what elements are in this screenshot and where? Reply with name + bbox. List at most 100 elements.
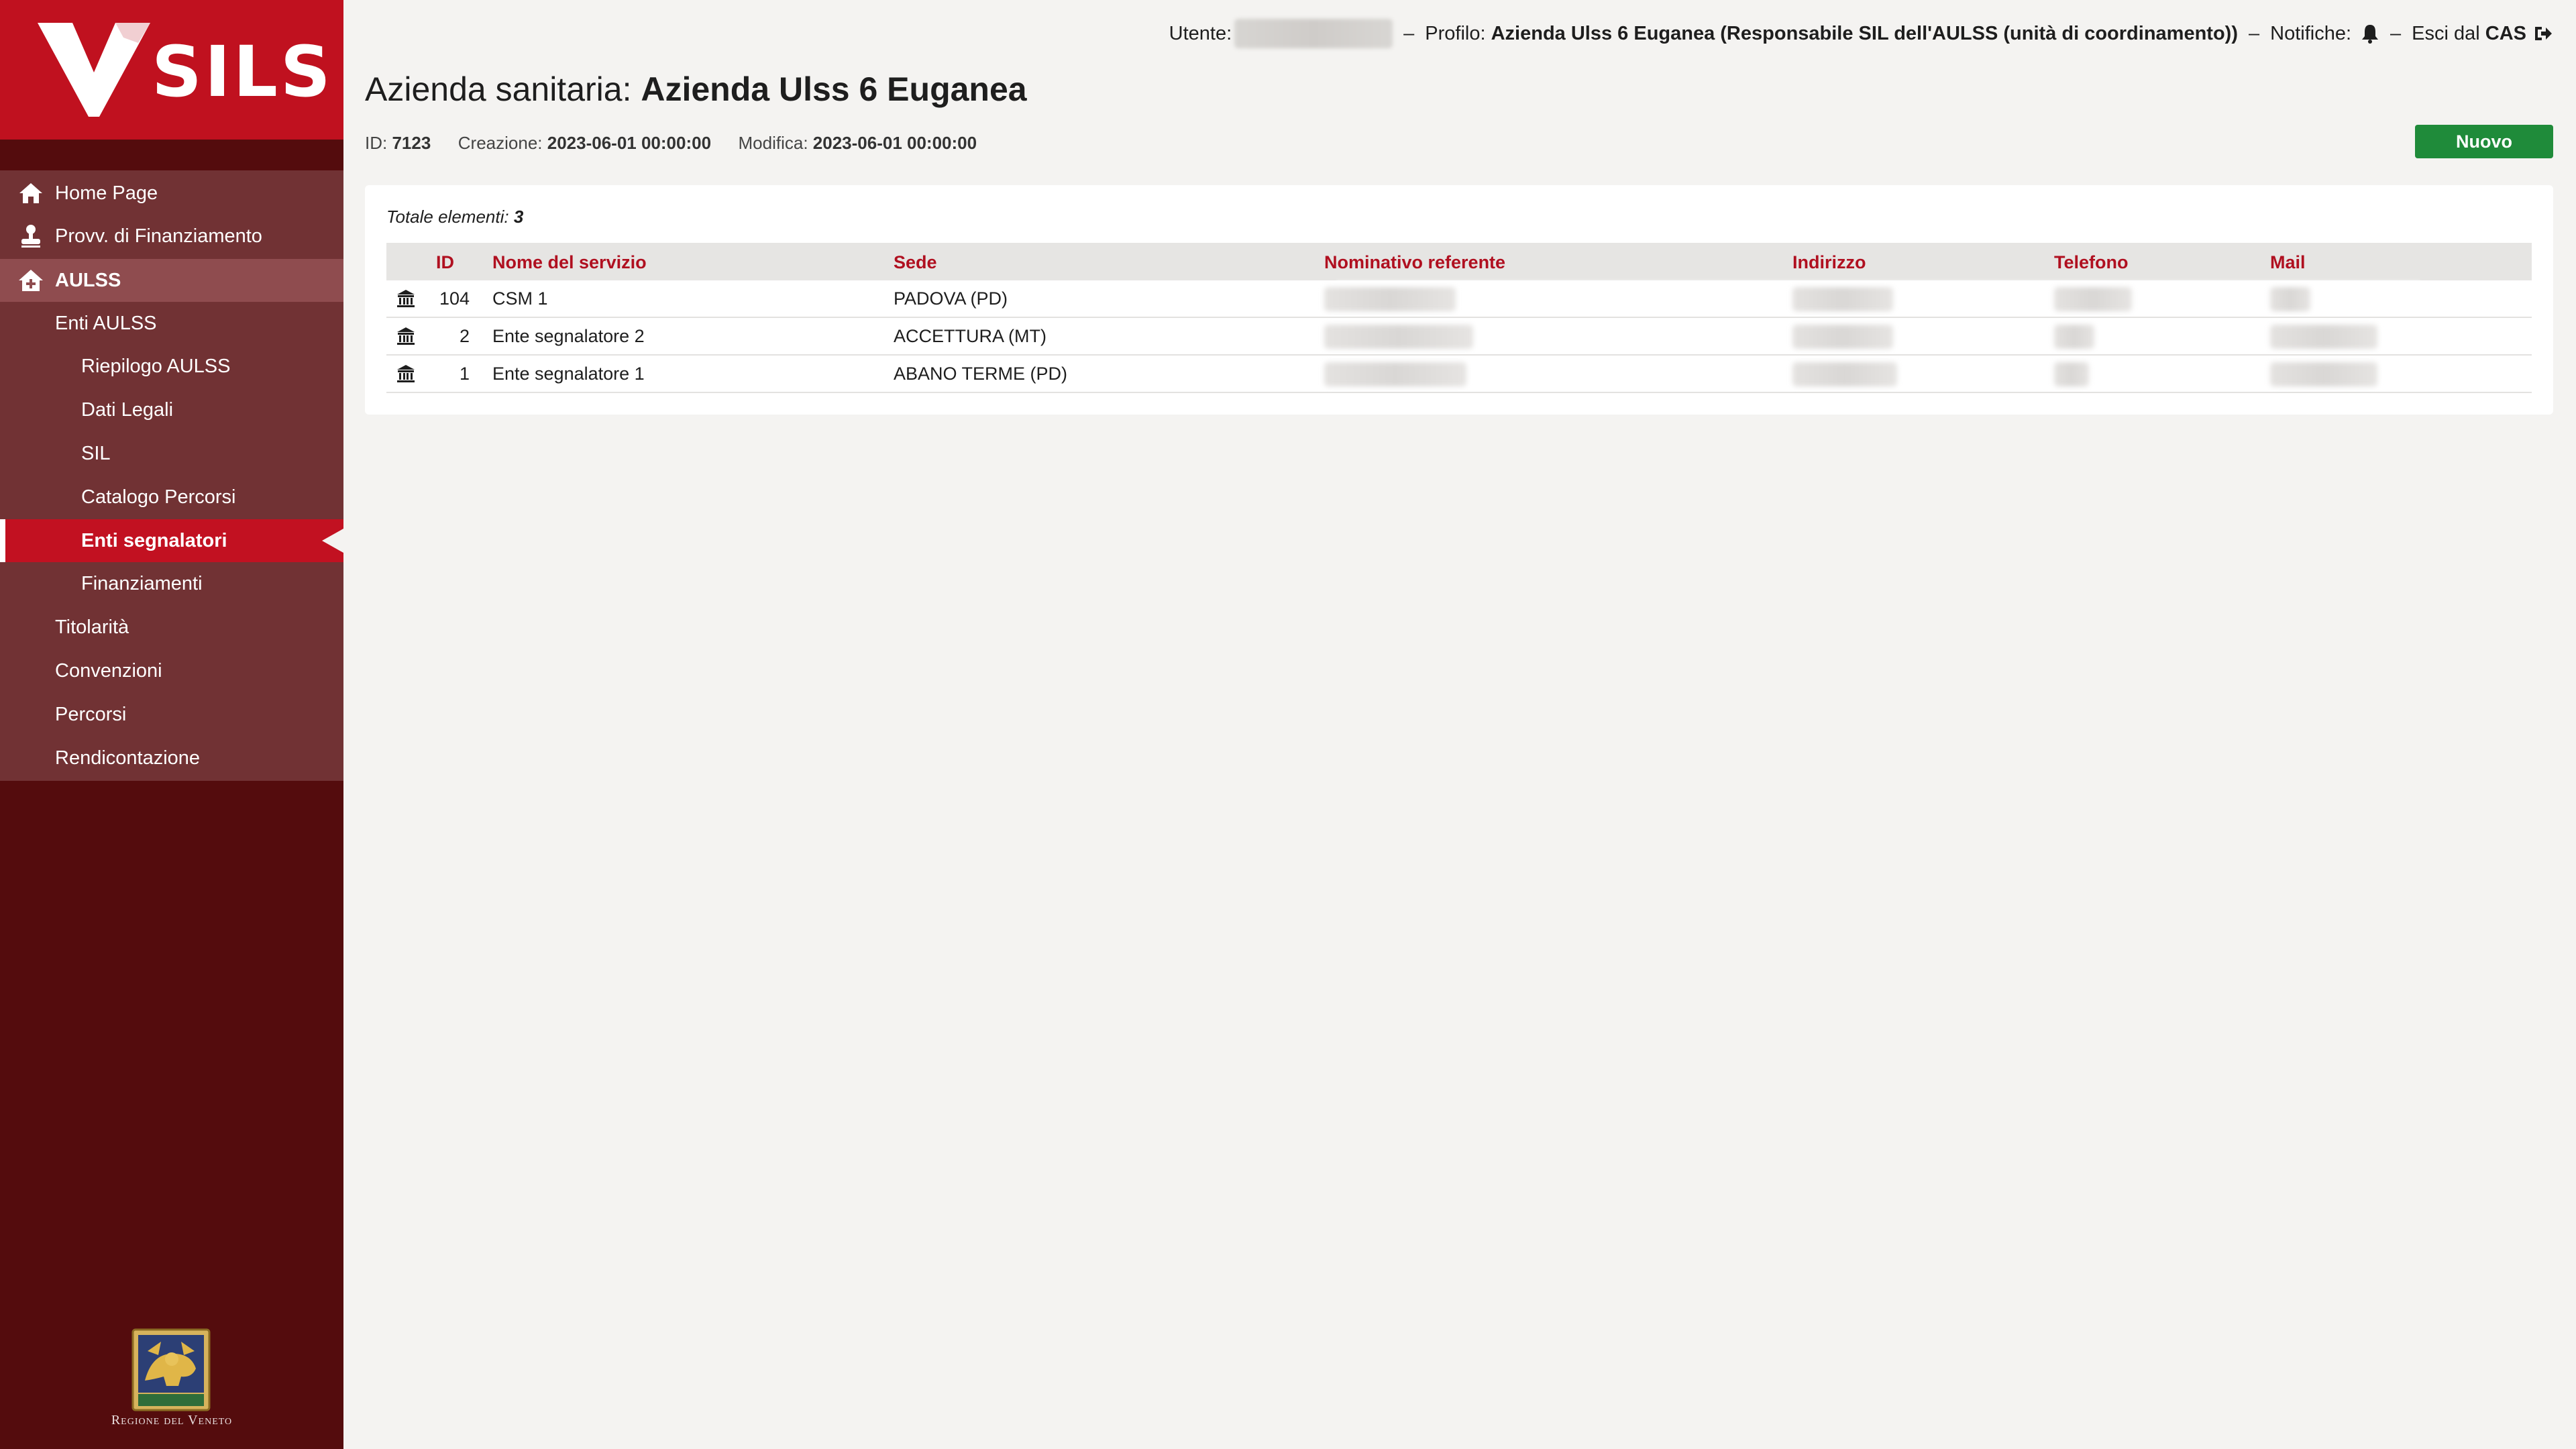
sidebar-item-convenzioni[interactable]: Convenzioni: [0, 649, 343, 692]
modified-value: 2023-06-01 00:00:00: [812, 133, 977, 153]
cell-indirizzo-redacted: [1792, 325, 1893, 349]
notifications-label: Notifiche:: [2270, 22, 2352, 44]
new-button[interactable]: Nuovo: [2415, 125, 2553, 158]
results-card: Totale elementi: 3 ID Nome del servizio …: [365, 185, 2553, 415]
col-header-telefono[interactable]: Telefono: [2054, 252, 2129, 273]
cell-nome: Ente segnalatore 1: [492, 364, 645, 384]
cell-id: 2: [459, 326, 470, 346]
sidebar-item-label: Home Page: [55, 182, 158, 204]
record-meta: ID: 7123 Creazione: 2023-06-01 00:00:00 …: [365, 133, 977, 154]
logout-link[interactable]: Esci dal CAS: [2412, 23, 2526, 45]
col-header-id[interactable]: ID: [436, 252, 454, 273]
cell-referente-redacted: [1324, 362, 1466, 386]
sidebar-item-finanziamenti[interactable]: Finanziamenti: [0, 562, 343, 605]
col-header-sede[interactable]: Sede: [894, 252, 937, 273]
sidebar-item-enti-segnalatori[interactable]: Enti segnalatori: [0, 519, 343, 562]
sidebar-item-label: SIL: [81, 442, 111, 464]
cell-sede: ACCETTURA (MT): [894, 326, 1046, 346]
col-header-mail[interactable]: Mail: [2270, 252, 2306, 273]
id-value: 7123: [392, 133, 431, 153]
cell-sede: ABANO TERME (PD): [894, 364, 1068, 384]
institution-icon[interactable]: [396, 288, 416, 309]
total-label: Totale elementi:: [386, 207, 509, 227]
sidebar-item-label: Provv. di Finanziamento: [55, 225, 262, 247]
sidebar-item-home-page[interactable]: Home Page: [0, 172, 343, 215]
institution-icon[interactable]: [396, 326, 416, 346]
home-icon: [19, 183, 42, 203]
separator: –: [1403, 22, 1415, 44]
cell-telefono-redacted: [2054, 325, 2094, 349]
sidebar-item-aulss[interactable]: AULSS: [0, 259, 343, 302]
id-label: ID:: [365, 133, 388, 153]
topbar: Utente: – Profilo: Azienda Ulss 6 Eugane…: [1169, 19, 2553, 48]
cell-telefono-redacted: [2054, 287, 2132, 311]
sidebar-item-dati-legali[interactable]: Dati Legali: [0, 388, 343, 431]
cell-indirizzo-redacted: [1792, 287, 1893, 311]
cell-id: 104: [439, 288, 470, 309]
cell-sede: PADOVA (PD): [894, 288, 1008, 309]
cell-telefono-redacted: [2054, 362, 2089, 386]
cell-referente-redacted: [1324, 287, 1456, 311]
sidebar-item-label: Enti AULSS: [55, 312, 157, 334]
page-title-prefix: Azienda sanitaria:: [365, 70, 632, 108]
sidebar-item-label: Convenzioni: [55, 659, 162, 682]
created-label: Creazione:: [458, 133, 543, 153]
sidebar-item-catalogo-percorsi[interactable]: Catalogo Percorsi: [0, 476, 343, 519]
page-title: Azienda sanitaria: Azienda Ulss 6 Eugane…: [365, 70, 1027, 109]
logout-strong: CAS: [2485, 22, 2526, 44]
col-header-indirizzo[interactable]: Indirizzo: [1792, 252, 1866, 273]
col-header-nome[interactable]: Nome del servizio: [492, 252, 647, 273]
user-label: Utente:: [1169, 22, 1232, 44]
cell-nome: Ente segnalatore 2: [492, 326, 645, 346]
total-value: 3: [513, 207, 524, 227]
profile-value[interactable]: Azienda Ulss 6 Euganea (Responsabile SIL…: [1491, 23, 2238, 45]
stamp-icon: [21, 225, 40, 248]
cell-nome: CSM 1: [492, 288, 548, 309]
cell-mail-redacted: [2270, 287, 2310, 311]
modified-label: Modifica:: [738, 133, 808, 153]
table-row[interactable]: 2 Ente segnalatore 2 ACCETTURA (MT): [386, 318, 2532, 356]
bell-icon[interactable]: [2361, 23, 2379, 44]
cell-indirizzo-redacted: [1792, 362, 1897, 386]
sidebar-item-sil[interactable]: SIL: [0, 432, 343, 475]
sidebar-item-label: Riepilogo AULSS: [81, 355, 231, 377]
sidebar-item-label: Catalogo Percorsi: [81, 486, 236, 508]
cell-mail-redacted: [2270, 325, 2377, 349]
app-logo[interactable]: SILS: [0, 0, 343, 140]
sidebar-item-enti-aulss[interactable]: Enti AULSS: [0, 302, 343, 345]
page-title-strong: Azienda Ulss 6 Euganea: [641, 70, 1027, 108]
sidebar-item-label: Enti segnalatori: [81, 529, 227, 551]
sidebar-item-titolarita[interactable]: Titolarità: [0, 606, 343, 649]
active-indicator: [322, 529, 343, 553]
table-row[interactable]: 1 Ente segnalatore 1 ABANO TERME (PD): [386, 356, 2532, 393]
total-count: Totale elementi: 3: [386, 207, 523, 227]
col-header-referente[interactable]: Nominativo referente: [1324, 252, 1505, 273]
regione-veneto-crest: [131, 1328, 211, 1411]
user-name-redacted: [1234, 19, 1393, 48]
separator: –: [2390, 22, 2402, 44]
cell-referente-redacted: [1324, 325, 1473, 349]
separator: –: [2248, 22, 2260, 44]
cell-id: 1: [459, 364, 470, 384]
sidebar-item-riepilogo-aulss[interactable]: Riepilogo AULSS: [0, 345, 343, 388]
table-row[interactable]: 104 CSM 1 PADOVA (PD): [386, 280, 2532, 318]
sidebar-item-label: Finanziamenti: [81, 572, 203, 594]
crest-caption: Regione del Veneto: [111, 1413, 233, 1428]
logout-prefix: Esci dal: [2412, 22, 2480, 44]
logo-text: SILS: [152, 31, 333, 113]
sidebar: SILS Home Page Provv. di Finanziamento A…: [0, 0, 343, 1449]
house-plus-icon: [19, 270, 43, 291]
created-value: 2023-06-01 00:00:00: [547, 133, 712, 153]
sidebar-item-provv-finanziamento[interactable]: Provv. di Finanziamento: [0, 215, 343, 258]
logo-v-mark: [38, 23, 150, 117]
sidebar-item-label: Rendicontazione: [55, 747, 201, 769]
sidebar-item-label: Dati Legali: [81, 398, 174, 421]
sidebar-item-percorsi[interactable]: Percorsi: [0, 693, 343, 736]
cell-mail-redacted: [2270, 362, 2377, 386]
sidebar-item-rendicontazione[interactable]: Rendicontazione: [0, 737, 343, 780]
logout-icon[interactable]: [2533, 23, 2553, 44]
table-header: ID Nome del servizio Sede Nominativo ref…: [386, 243, 2532, 280]
sidebar-item-label: Titolarità: [55, 616, 129, 638]
profile-label: Profilo:: [1425, 22, 1486, 44]
institution-icon[interactable]: [396, 364, 416, 384]
